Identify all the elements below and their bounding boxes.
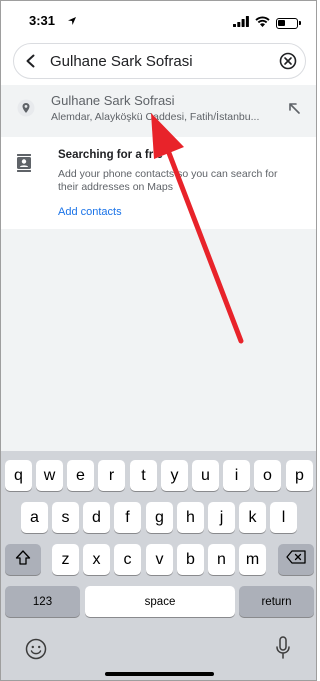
shift-arrow-icon bbox=[15, 549, 31, 570]
key-i[interactable]: i bbox=[223, 460, 250, 491]
key-y[interactable]: y bbox=[161, 460, 188, 491]
key-u[interactable]: u bbox=[192, 460, 219, 491]
key-z[interactable]: z bbox=[52, 544, 79, 575]
suggestion-address: Alemdar, Alayköşkü Caddesi, Fatih/İstanb… bbox=[51, 111, 260, 123]
key-q[interactable]: q bbox=[5, 460, 32, 491]
backspace-icon bbox=[286, 550, 306, 569]
microphone-icon[interactable] bbox=[275, 636, 291, 665]
delete-key[interactable] bbox=[278, 544, 314, 575]
home-indicator bbox=[105, 672, 214, 676]
key-j[interactable]: j bbox=[208, 502, 235, 533]
signal-icon bbox=[233, 14, 249, 32]
wifi-icon bbox=[255, 14, 270, 32]
key-m[interactable]: m bbox=[239, 544, 266, 575]
onscreen-keyboard: q w e r t y u i o p a s d f g h j k l z … bbox=[1, 451, 316, 680]
screen: 3:31 Gulhane Sark Sofrasi Gulhane Sark S… bbox=[0, 0, 317, 681]
contacts-description: Add your phone contacts so you can searc… bbox=[58, 168, 278, 193]
search-bar[interactable] bbox=[13, 43, 306, 79]
key-c[interactable]: c bbox=[114, 544, 141, 575]
space-key[interactable]: space bbox=[85, 586, 235, 617]
key-p[interactable]: p bbox=[286, 460, 313, 491]
contacts-heading: Searching for a frie bbox=[58, 149, 163, 161]
key-v[interactable]: v bbox=[146, 544, 173, 575]
location-arrow-icon bbox=[67, 13, 77, 31]
key-l[interactable]: l bbox=[270, 502, 297, 533]
key-g[interactable]: g bbox=[146, 502, 173, 533]
key-o[interactable]: o bbox=[254, 460, 281, 491]
key-b[interactable]: b bbox=[177, 544, 204, 575]
contacts-book-icon bbox=[16, 154, 32, 177]
search-suggestion[interactable]: Gulhane Sark Sofrasi Alemdar, Alayköşkü … bbox=[1, 85, 316, 131]
clear-search-icon[interactable] bbox=[271, 44, 305, 78]
key-t[interactable]: t bbox=[130, 460, 157, 491]
return-key[interactable]: return bbox=[239, 586, 314, 617]
numbers-key[interactable]: 123 bbox=[5, 586, 80, 617]
fill-query-arrow-icon[interactable] bbox=[272, 102, 316, 114]
key-x[interactable]: x bbox=[83, 544, 110, 575]
key-e[interactable]: e bbox=[67, 460, 94, 491]
suggestion-title: Gulhane Sark Sofrasi bbox=[51, 93, 175, 108]
empty-results-area bbox=[1, 229, 316, 451]
key-h[interactable]: h bbox=[177, 502, 204, 533]
search-input[interactable] bbox=[48, 52, 271, 70]
key-d[interactable]: d bbox=[83, 502, 110, 533]
status-bar: 3:31 bbox=[1, 1, 316, 37]
key-w[interactable]: w bbox=[36, 460, 63, 491]
key-r[interactable]: r bbox=[98, 460, 125, 491]
location-pin-icon bbox=[1, 99, 51, 117]
key-a[interactable]: a bbox=[21, 502, 48, 533]
shift-key[interactable] bbox=[5, 544, 41, 575]
status-time: 3:31 bbox=[29, 13, 56, 28]
add-contacts-link[interactable]: Add contacts bbox=[58, 206, 122, 218]
emoji-icon[interactable] bbox=[25, 638, 47, 665]
key-n[interactable]: n bbox=[208, 544, 235, 575]
key-s[interactable]: s bbox=[52, 502, 79, 533]
key-f[interactable]: f bbox=[114, 502, 141, 533]
battery-icon bbox=[276, 17, 301, 29]
back-arrow-icon[interactable] bbox=[14, 44, 48, 78]
status-icons bbox=[233, 14, 301, 32]
key-k[interactable]: k bbox=[239, 502, 266, 533]
contacts-prompt-card: Searching for a frie Add your phone cont… bbox=[1, 137, 316, 229]
